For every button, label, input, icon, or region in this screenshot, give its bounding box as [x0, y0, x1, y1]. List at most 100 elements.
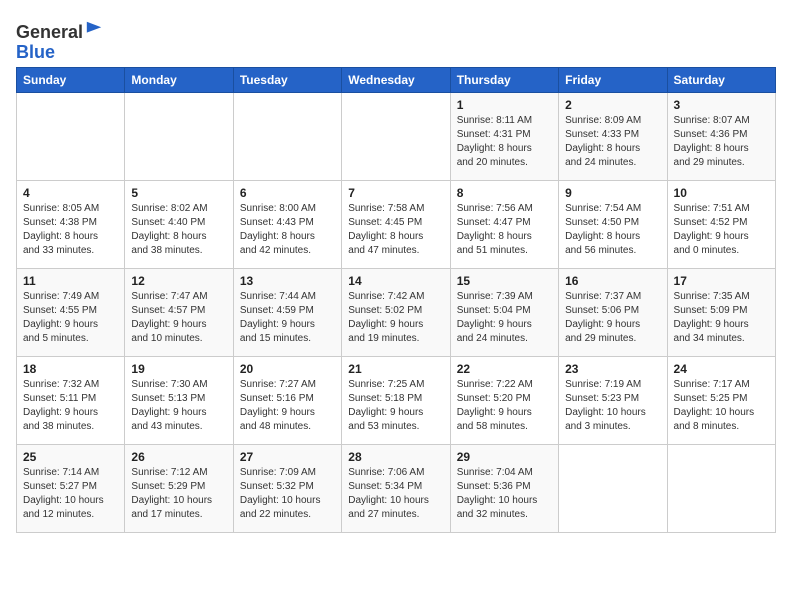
- day-info: Sunrise: 8:02 AM Sunset: 4:40 PM Dayligh…: [131, 202, 226, 258]
- day-number: 12: [131, 274, 226, 288]
- day-number: 13: [240, 274, 335, 288]
- day-info: Sunrise: 8:05 AM Sunset: 4:38 PM Dayligh…: [23, 202, 118, 258]
- column-header-tuesday: Tuesday: [233, 67, 341, 92]
- day-number: 3: [674, 98, 769, 112]
- day-cell: 16 Sunrise: 7:37 AM Sunset: 5:06 PM Dayli…: [559, 268, 667, 356]
- day-info: Sunrise: 7:22 AM Sunset: 5:20 PM Dayligh…: [457, 378, 552, 434]
- day-cell: 2Sunrise: 8:09 AM Sunset: 4:33 PM Daylig…: [559, 92, 667, 180]
- day-number: 2: [565, 98, 660, 112]
- day-cell: 21Sunrise: 7:25 AM Sunset: 5:18 PM Dayli…: [342, 356, 450, 444]
- day-cell: [233, 92, 341, 180]
- logo-flag-icon: [85, 20, 103, 38]
- day-number: 7: [348, 186, 443, 200]
- day-info: Sunrise: 7:06 AM Sunset: 5:34 PM Dayligh…: [348, 466, 443, 522]
- calendar-table: SundayMondayTuesdayWednesdayThursdayFrid…: [16, 67, 776, 533]
- day-cell: 27Sunrise: 7:09 AM Sunset: 5:32 PM Dayli…: [233, 444, 341, 532]
- page-header: General Blue: [16, 16, 776, 63]
- day-cell: 25 Sunrise: 7:14 AM Sunset: 5:27 PM Dayli…: [17, 444, 125, 532]
- day-info: Sunrise: 7:39 AM Sunset: 5:04 PM Dayligh…: [457, 290, 552, 346]
- day-cell: [342, 92, 450, 180]
- week-row-1: 1 Sunrise: 8:11 AM Sunset: 4:31 PM Daylig…: [17, 92, 776, 180]
- day-number: 20: [240, 362, 335, 376]
- day-info: Sunrise: 7:49 AM Sunset: 4:55 PM Dayligh…: [23, 290, 118, 346]
- day-number: 1: [457, 98, 552, 112]
- day-cell: [17, 92, 125, 180]
- day-info: Sunrise: 7:27 AM Sunset: 5:16 PM Dayligh…: [240, 378, 335, 434]
- day-number: 22: [457, 362, 552, 376]
- day-info: Sunrise: 8:07 AM Sunset: 4:36 PM Dayligh…: [674, 114, 769, 170]
- day-number: 16: [565, 274, 660, 288]
- day-info: Sunrise: 7:54 AM Sunset: 4:50 PM Dayligh…: [565, 202, 660, 258]
- column-header-sunday: Sunday: [17, 67, 125, 92]
- day-cell: [559, 444, 667, 532]
- day-cell: 7 Sunrise: 7:58 AM Sunset: 4:45 PM Daylig…: [342, 180, 450, 268]
- day-number: 25: [23, 450, 118, 464]
- day-cell: 28Sunrise: 7:06 AM Sunset: 5:34 PM Dayli…: [342, 444, 450, 532]
- day-info: Sunrise: 7:17 AM Sunset: 5:25 PM Dayligh…: [674, 378, 769, 434]
- day-cell: 5 Sunrise: 8:02 AM Sunset: 4:40 PM Daylig…: [125, 180, 233, 268]
- logo-blue: Blue: [16, 42, 55, 62]
- day-info: Sunrise: 7:56 AM Sunset: 4:47 PM Dayligh…: [457, 202, 552, 258]
- day-cell: 19Sunrise: 7:30 AM Sunset: 5:13 PM Dayli…: [125, 356, 233, 444]
- day-cell: 9 Sunrise: 7:54 AM Sunset: 4:50 PM Daylig…: [559, 180, 667, 268]
- day-cell: 8Sunrise: 7:56 AM Sunset: 4:47 PM Daylig…: [450, 180, 558, 268]
- week-row-4: 18 Sunrise: 7:32 AM Sunset: 5:11 PM Dayli…: [17, 356, 776, 444]
- day-info: Sunrise: 7:25 AM Sunset: 5:18 PM Dayligh…: [348, 378, 443, 434]
- day-cell: 3 Sunrise: 8:07 AM Sunset: 4:36 PM Daylig…: [667, 92, 775, 180]
- day-info: Sunrise: 7:44 AM Sunset: 4:59 PM Dayligh…: [240, 290, 335, 346]
- day-cell: 15 Sunrise: 7:39 AM Sunset: 5:04 PM Dayli…: [450, 268, 558, 356]
- day-info: Sunrise: 7:19 AM Sunset: 5:23 PM Dayligh…: [565, 378, 660, 434]
- day-number: 4: [23, 186, 118, 200]
- day-cell: 17 Sunrise: 7:35 AM Sunset: 5:09 PM Dayli…: [667, 268, 775, 356]
- day-cell: [667, 444, 775, 532]
- calendar-header: SundayMondayTuesdayWednesdayThursdayFrid…: [17, 67, 776, 92]
- day-cell: 26 Sunrise: 7:12 AM Sunset: 5:29 PM Dayli…: [125, 444, 233, 532]
- day-number: 26: [131, 450, 226, 464]
- day-number: 27: [240, 450, 335, 464]
- day-info: Sunrise: 7:37 AM Sunset: 5:06 PM Dayligh…: [565, 290, 660, 346]
- day-cell: 12Sunrise: 7:47 AM Sunset: 4:57 PM Dayli…: [125, 268, 233, 356]
- day-cell: [125, 92, 233, 180]
- day-cell: 6Sunrise: 8:00 AM Sunset: 4:43 PM Daylig…: [233, 180, 341, 268]
- day-number: 5: [131, 186, 226, 200]
- week-row-2: 4 Sunrise: 8:05 AM Sunset: 4:38 PM Daylig…: [17, 180, 776, 268]
- logo-general: General: [16, 22, 83, 42]
- day-cell: 29 Sunrise: 7:04 AM Sunset: 5:36 PM Dayli…: [450, 444, 558, 532]
- day-info: Sunrise: 7:04 AM Sunset: 5:36 PM Dayligh…: [457, 466, 552, 522]
- day-number: 29: [457, 450, 552, 464]
- day-info: Sunrise: 8:00 AM Sunset: 4:43 PM Dayligh…: [240, 202, 335, 258]
- column-header-friday: Friday: [559, 67, 667, 92]
- day-cell: 11 Sunrise: 7:49 AM Sunset: 4:55 PM Dayli…: [17, 268, 125, 356]
- day-cell: 22 Sunrise: 7:22 AM Sunset: 5:20 PM Dayli…: [450, 356, 558, 444]
- days-header-row: SundayMondayTuesdayWednesdayThursdayFrid…: [17, 67, 776, 92]
- column-header-saturday: Saturday: [667, 67, 775, 92]
- day-number: 18: [23, 362, 118, 376]
- day-info: Sunrise: 7:30 AM Sunset: 5:13 PM Dayligh…: [131, 378, 226, 434]
- column-header-thursday: Thursday: [450, 67, 558, 92]
- column-header-monday: Monday: [125, 67, 233, 92]
- day-number: 17: [674, 274, 769, 288]
- day-cell: 20 Sunrise: 7:27 AM Sunset: 5:16 PM Dayli…: [233, 356, 341, 444]
- day-info: Sunrise: 7:42 AM Sunset: 5:02 PM Dayligh…: [348, 290, 443, 346]
- day-info: Sunrise: 7:35 AM Sunset: 5:09 PM Dayligh…: [674, 290, 769, 346]
- day-number: 15: [457, 274, 552, 288]
- day-number: 9: [565, 186, 660, 200]
- day-cell: 1 Sunrise: 8:11 AM Sunset: 4:31 PM Daylig…: [450, 92, 558, 180]
- day-info: Sunrise: 8:11 AM Sunset: 4:31 PM Dayligh…: [457, 114, 552, 170]
- day-info: Sunrise: 7:58 AM Sunset: 4:45 PM Dayligh…: [348, 202, 443, 258]
- day-number: 11: [23, 274, 118, 288]
- week-row-3: 11 Sunrise: 7:49 AM Sunset: 4:55 PM Dayli…: [17, 268, 776, 356]
- day-cell: 4 Sunrise: 8:05 AM Sunset: 4:38 PM Daylig…: [17, 180, 125, 268]
- column-header-wednesday: Wednesday: [342, 67, 450, 92]
- day-info: Sunrise: 7:32 AM Sunset: 5:11 PM Dayligh…: [23, 378, 118, 434]
- day-number: 23: [565, 362, 660, 376]
- day-info: Sunrise: 7:51 AM Sunset: 4:52 PM Dayligh…: [674, 202, 769, 258]
- week-row-5: 25 Sunrise: 7:14 AM Sunset: 5:27 PM Dayli…: [17, 444, 776, 532]
- logo: General Blue: [16, 20, 103, 63]
- day-info: Sunrise: 7:14 AM Sunset: 5:27 PM Dayligh…: [23, 466, 118, 522]
- day-info: Sunrise: 7:12 AM Sunset: 5:29 PM Dayligh…: [131, 466, 226, 522]
- day-cell: 10Sunrise: 7:51 AM Sunset: 4:52 PM Dayli…: [667, 180, 775, 268]
- day-number: 14: [348, 274, 443, 288]
- day-cell: 24 Sunrise: 7:17 AM Sunset: 5:25 PM Dayli…: [667, 356, 775, 444]
- day-number: 24: [674, 362, 769, 376]
